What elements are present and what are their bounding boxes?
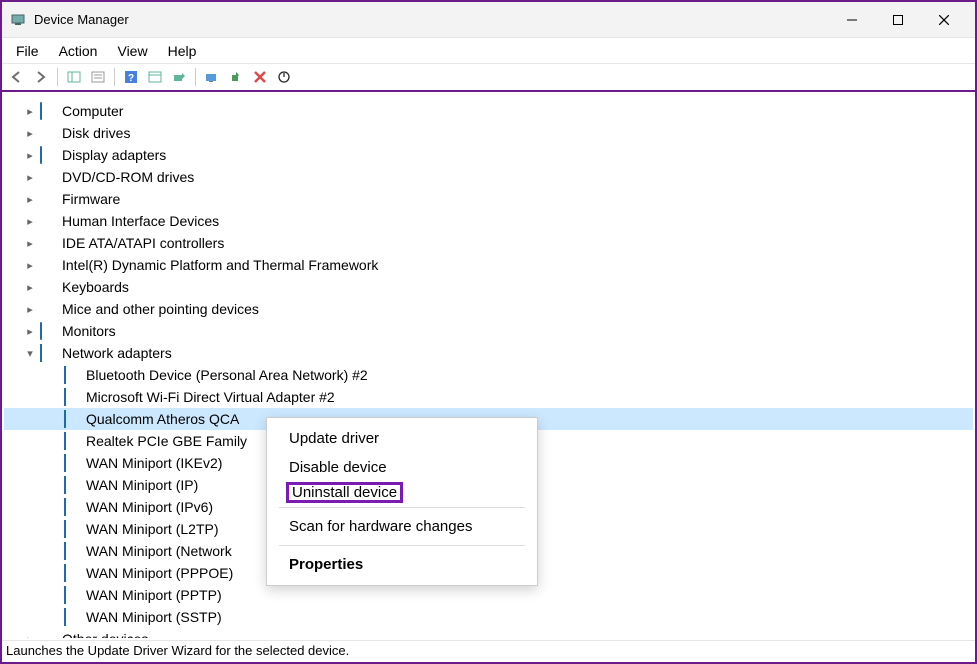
tree-item-intel-thermal[interactable]: ▸Intel(R) Dynamic Platform and Thermal F… <box>4 254 973 276</box>
back-button[interactable] <box>6 66 28 88</box>
action-button[interactable] <box>144 66 166 88</box>
mouse-icon <box>40 301 58 317</box>
app-icon <box>10 12 26 28</box>
drive-icon <box>40 125 58 141</box>
network-icon <box>64 367 82 383</box>
maximize-button[interactable] <box>875 4 921 36</box>
disable-device-button[interactable] <box>273 66 295 88</box>
chevron-right-icon[interactable]: ▸ <box>22 127 38 140</box>
window-title: Device Manager <box>34 12 829 27</box>
menu-action[interactable]: Action <box>49 41 108 61</box>
close-button[interactable] <box>921 4 967 36</box>
tree-item-mice[interactable]: ▸Mice and other pointing devices <box>4 298 973 320</box>
menu-bar: File Action View Help <box>2 38 975 64</box>
tree-item-wan-sstp[interactable]: WAN Miniport (SSTP) <box>4 606 973 628</box>
computer-icon <box>40 103 58 119</box>
properties-button[interactable] <box>87 66 109 88</box>
network-icon <box>64 565 82 581</box>
network-icon <box>64 543 82 559</box>
tree-item-display-adapters[interactable]: ▸Display adapters <box>4 144 973 166</box>
network-icon <box>64 433 82 449</box>
network-icon <box>40 345 58 361</box>
tree-item-hid[interactable]: ▸Human Interface Devices <box>4 210 973 232</box>
chevron-right-icon[interactable]: ▸ <box>22 171 38 184</box>
status-bar: Launches the Update Driver Wizard for th… <box>2 640 975 662</box>
minimize-button[interactable] <box>829 4 875 36</box>
monitor-icon <box>40 323 58 339</box>
network-icon <box>64 499 82 515</box>
menu-file[interactable]: File <box>6 41 49 61</box>
status-text: Launches the Update Driver Wizard for th… <box>6 643 349 658</box>
chip-icon <box>40 257 58 273</box>
tree-item-other-devices[interactable]: ▸Other devices <box>4 628 973 638</box>
tree-item-computer[interactable]: ▸Computer <box>4 100 973 122</box>
keyboard-icon <box>40 279 58 295</box>
update-driver-button[interactable] <box>201 66 223 88</box>
title-bar: Device Manager <box>2 2 975 38</box>
toolbar: ? <box>2 64 975 92</box>
disc-icon <box>40 169 58 185</box>
tree-item-disk-drives[interactable]: ▸Disk drives <box>4 122 973 144</box>
hid-icon <box>40 213 58 229</box>
menu-help[interactable]: Help <box>158 41 207 61</box>
separator <box>279 507 525 508</box>
menu-view[interactable]: View <box>107 41 157 61</box>
tree-item-wifi-direct[interactable]: Microsoft Wi-Fi Direct Virtual Adapter #… <box>4 386 973 408</box>
chip-icon <box>40 191 58 207</box>
ctx-disable-device[interactable]: Disable device <box>267 453 537 482</box>
uninstall-device-button[interactable] <box>249 66 271 88</box>
controller-icon <box>40 235 58 251</box>
tree-item-ide[interactable]: ▸IDE ATA/ATAPI controllers <box>4 232 973 254</box>
show-hide-console-tree-button[interactable] <box>63 66 85 88</box>
chevron-right-icon[interactable]: ▸ <box>22 193 38 206</box>
tree-item-firmware[interactable]: ▸Firmware <box>4 188 973 210</box>
chevron-right-icon[interactable]: ▸ <box>22 105 38 118</box>
network-icon <box>64 609 82 625</box>
network-icon <box>64 521 82 537</box>
network-icon <box>64 389 82 405</box>
warning-icon <box>40 631 58 638</box>
chevron-down-icon[interactable]: ▾ <box>22 347 38 360</box>
chevron-right-icon[interactable]: ▸ <box>22 325 38 338</box>
tree-item-keyboards[interactable]: ▸Keyboards <box>4 276 973 298</box>
chevron-right-icon[interactable]: ▸ <box>22 259 38 272</box>
chevron-right-icon[interactable]: ▸ <box>22 281 38 294</box>
display-icon <box>40 147 58 163</box>
chevron-right-icon[interactable]: ▸ <box>22 149 38 162</box>
ctx-update-driver[interactable]: Update driver <box>267 424 537 453</box>
chevron-right-icon[interactable]: ▸ <box>22 215 38 228</box>
context-menu: Update driver Disable device Uninstall d… <box>266 417 538 586</box>
ctx-uninstall-device[interactable]: Uninstall device <box>286 482 403 503</box>
network-icon <box>64 477 82 493</box>
ctx-properties[interactable]: Properties <box>267 550 537 579</box>
network-icon <box>64 587 82 603</box>
forward-button[interactable] <box>30 66 52 88</box>
chevron-right-icon[interactable]: ▸ <box>22 237 38 250</box>
tree-item-bluetooth-pan[interactable]: Bluetooth Device (Personal Area Network)… <box>4 364 973 386</box>
tree-item-dvd[interactable]: ▸DVD/CD-ROM drives <box>4 166 973 188</box>
separator <box>279 545 525 546</box>
chevron-right-icon[interactable]: ▸ <box>22 633 38 639</box>
help-button[interactable]: ? <box>120 66 142 88</box>
tree-item-monitors[interactable]: ▸Monitors <box>4 320 973 342</box>
tree-item-network-adapters[interactable]: ▾Network adapters <box>4 342 973 364</box>
chevron-right-icon[interactable]: ▸ <box>22 303 38 316</box>
tree-item-wan-pptp[interactable]: WAN Miniport (PPTP) <box>4 584 973 606</box>
network-icon <box>64 411 82 427</box>
ctx-scan-hardware[interactable]: Scan for hardware changes <box>267 512 537 541</box>
network-icon <box>64 455 82 471</box>
scan-hardware-button[interactable] <box>168 66 190 88</box>
svg-text:?: ? <box>128 73 134 84</box>
enable-device-button[interactable] <box>225 66 247 88</box>
